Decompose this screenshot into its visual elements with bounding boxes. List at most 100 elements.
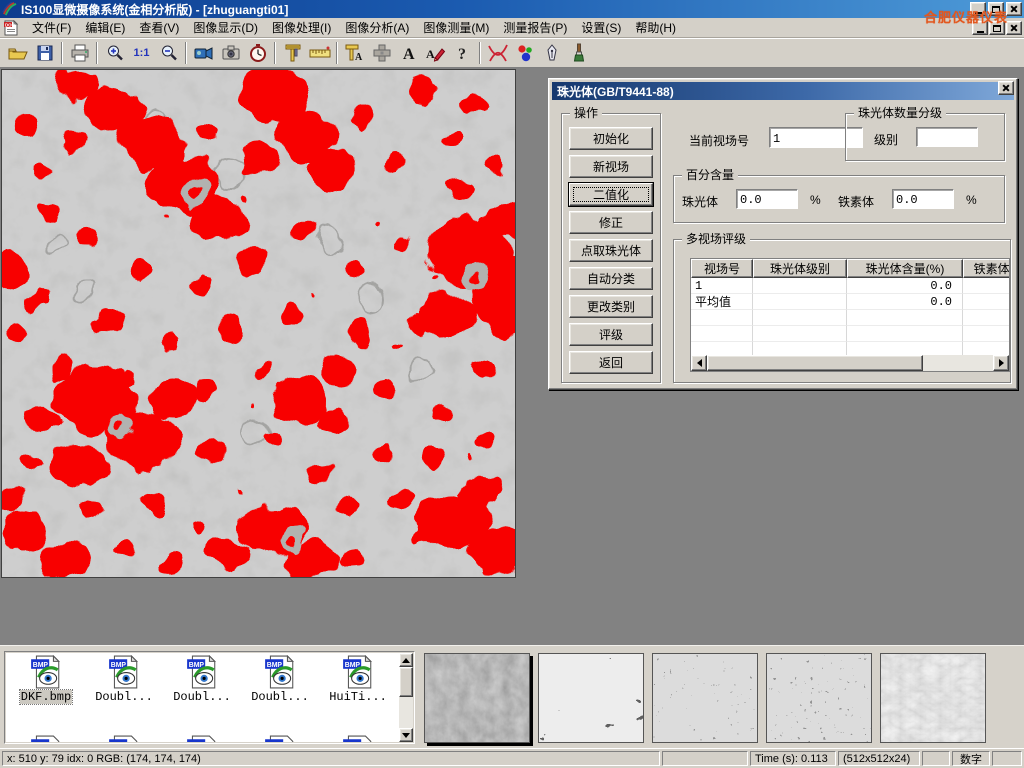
scroll-left-button[interactable] — [691, 355, 707, 371]
micrograph-image[interactable] — [1, 69, 516, 578]
table-horizontal-scrollbar[interactable] — [691, 355, 1009, 371]
status-image-size: (512x512x24) — [838, 751, 920, 766]
auto-classify-button[interactable]: 自动分类 — [569, 267, 653, 290]
open-button[interactable] — [4, 41, 31, 66]
thumbnail-1[interactable] — [424, 653, 530, 743]
file-item-doubl2[interactable]: BMP Doubl... — [164, 655, 240, 704]
video-capture-button[interactable] — [190, 41, 217, 66]
change-class-button[interactable]: 更改类别 — [569, 295, 653, 318]
dialog-close-button[interactable] — [998, 81, 1014, 95]
pearlite-dialog: 珠光体(GB/T9441-88) 操作 初始化 新视场 二值化 修正 点取珠光体… — [548, 78, 1018, 390]
menu-item-settings[interactable]: 设置(S) — [574, 17, 628, 38]
return-button[interactable]: 返回 — [569, 351, 653, 374]
scroll-left-icon — [697, 359, 702, 367]
ferrite-percent-input[interactable] — [892, 189, 954, 209]
menu-item-image-process[interactable]: 图像处理(I) — [265, 17, 338, 38]
clock-icon — [248, 43, 268, 63]
print-button[interactable] — [66, 41, 93, 66]
pearlite-percent-sign: % — [810, 193, 821, 207]
child-minimize-button[interactable] — [972, 21, 988, 35]
file-item-doubl3[interactable]: BMP Doubl... — [242, 655, 318, 704]
child-minimize-icon — [977, 31, 984, 33]
actual-size-button[interactable]: 1:1 — [128, 41, 155, 66]
thumbnail-3[interactable] — [652, 653, 758, 743]
close-button[interactable] — [1006, 2, 1022, 16]
child-close-icon — [1010, 24, 1018, 32]
status-bar: x: 510 y: 79 idx: 0 RGB: (174, 174, 174)… — [0, 748, 1024, 768]
classify-button[interactable] — [511, 41, 538, 66]
zoom-out-button[interactable] — [155, 41, 182, 66]
file-item-partial[interactable]: BMP — [8, 735, 84, 742]
child-close-button[interactable] — [1006, 21, 1022, 35]
camera-capture-button[interactable] — [217, 41, 244, 66]
file-item-partial[interactable]: BMP — [320, 735, 396, 742]
child-restore-button[interactable] — [989, 21, 1005, 35]
file-item-partial[interactable]: BMP — [242, 735, 318, 742]
table-row[interactable]: 1 0.0 — [691, 278, 1010, 294]
child-restore-icon — [993, 25, 1001, 32]
grade-field-label: 级别 — [874, 131, 898, 148]
cell-ferrite-content — [963, 294, 1010, 310]
menu-item-image-display[interactable]: 图像显示(D) — [186, 17, 265, 38]
curve-tool-button[interactable] — [484, 41, 511, 66]
brush-button[interactable] — [565, 41, 592, 66]
merge-grid-button[interactable] — [368, 41, 395, 66]
col-pearlite-grade: 珠光体级别 — [753, 259, 847, 278]
rating-table-header: 视场号 珠光体级别 珠光体含量(%) 铁素体含量(%) — [691, 259, 1010, 278]
scroll-right-button[interactable] — [993, 355, 1009, 371]
help-button[interactable]: ? — [449, 41, 476, 66]
pearlite-percent-input[interactable] — [736, 189, 798, 209]
table-row[interactable]: 平均值 0.0 — [691, 294, 1010, 310]
col-pearlite-content: 珠光体含量(%) — [847, 259, 963, 278]
save-button[interactable] — [31, 41, 58, 66]
menu-item-file[interactable]: 文件(F) — [25, 17, 78, 38]
text-button[interactable]: A — [395, 41, 422, 66]
ferrite-percent-sign: % — [966, 193, 977, 207]
grade-input[interactable] — [916, 127, 978, 147]
thumbnail-4[interactable] — [766, 653, 872, 743]
menu-item-view[interactable]: 查看(V) — [132, 17, 186, 38]
status-mode: 数字 — [952, 751, 990, 766]
file-item-partial[interactable]: BMP — [164, 735, 240, 742]
scroll-down-button[interactable] — [399, 728, 413, 742]
correct-button[interactable]: 修正 — [569, 211, 653, 234]
new-field-button[interactable]: 新视场 — [569, 155, 653, 178]
file-browser: BMP DKF.bmp BMP Doubl... BMP Doubl... BM… — [4, 651, 415, 744]
grade-group: 珠光体数量分级 级别 — [845, 113, 1005, 161]
ruler-button[interactable] — [306, 41, 333, 66]
thumbnail-2[interactable] — [538, 653, 644, 743]
timer-button[interactable] — [244, 41, 271, 66]
file-item-dkf[interactable]: BMP DKF.bmp — [8, 655, 84, 704]
rate-button[interactable]: 评级 — [569, 323, 653, 346]
bmp-file-icon: BMP — [341, 655, 375, 689]
file-item-partial[interactable]: BMP — [86, 735, 162, 742]
annotate-button[interactable]: A — [422, 41, 449, 66]
initialize-button[interactable]: 初始化 — [569, 127, 653, 150]
scrollbar-thumb[interactable] — [399, 667, 413, 697]
measure-text-button[interactable]: A — [341, 41, 368, 66]
scroll-up-button[interactable] — [399, 653, 413, 667]
menu-item-image-analysis[interactable]: 图像分析(A) — [338, 17, 416, 38]
dialog-title-bar[interactable]: 珠光体(GB/T9441-88) — [552, 82, 1014, 100]
menu-item-help[interactable]: 帮助(H) — [628, 17, 683, 38]
file-item-doubl1[interactable]: BMP Doubl... — [86, 655, 162, 704]
status-empty-1 — [662, 751, 748, 766]
zoom-in-button[interactable] — [101, 41, 128, 66]
percent-group: 百分含量 珠光体 % 铁素体 % — [673, 175, 1005, 223]
file-item-huiti[interactable]: BMP HuiTi... — [320, 655, 396, 704]
scrollbar-thumb[interactable] — [707, 355, 923, 371]
menu-item-edit[interactable]: 编辑(E) — [78, 17, 132, 38]
restore-button[interactable] — [988, 2, 1004, 16]
file-list-scrollbar[interactable] — [399, 653, 413, 742]
pick-pearlite-button[interactable]: 点取珠光体 — [569, 239, 653, 262]
thumbnail-5[interactable] — [880, 653, 986, 743]
menu-item-image-measure[interactable]: 图像测量(M) — [416, 17, 496, 38]
current-field-label: 当前视场号 — [689, 132, 749, 149]
ruler-icon — [308, 43, 332, 63]
scroll-up-icon — [402, 658, 410, 663]
minimize-button[interactable] — [970, 2, 986, 16]
caliper-button[interactable] — [279, 41, 306, 66]
binarize-button[interactable]: 二值化 — [569, 183, 653, 206]
pen-button[interactable] — [538, 41, 565, 66]
menu-item-report[interactable]: 测量报告(P) — [496, 17, 574, 38]
